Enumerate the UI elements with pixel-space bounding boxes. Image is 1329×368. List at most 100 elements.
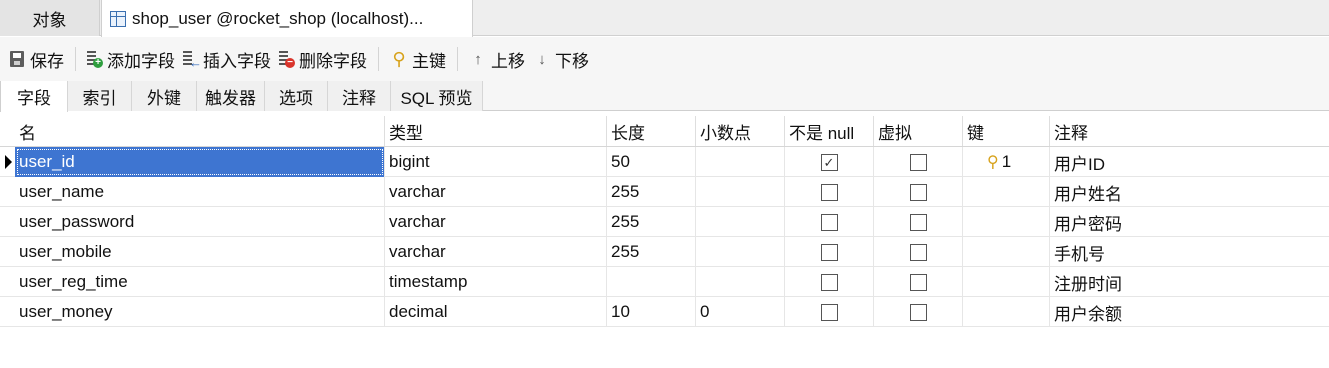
cell-key[interactable]: [963, 297, 1050, 327]
cell-decimals[interactable]: [696, 207, 785, 237]
cell-name[interactable]: user_mobile: [15, 237, 385, 267]
not-null-checkbox[interactable]: [820, 273, 838, 291]
cell-virtual[interactable]: [874, 147, 963, 177]
cell-text: 255: [611, 182, 640, 201]
cell-decimals[interactable]: 0: [696, 297, 785, 327]
cell-comment[interactable]: 注册时间: [1050, 267, 1329, 297]
cell-name[interactable]: user_name: [15, 177, 385, 207]
cell-length[interactable]: 255: [607, 177, 696, 207]
cell-decimals[interactable]: [696, 147, 785, 177]
cell-name[interactable]: user_password: [15, 207, 385, 237]
move-down-button[interactable]: ↓ 下移: [529, 44, 593, 74]
cell-name[interactable]: user_id: [15, 147, 385, 177]
cell-comment[interactable]: 用户密码: [1050, 207, 1329, 237]
cell-key[interactable]: [963, 207, 1050, 237]
cell-virtual[interactable]: [874, 177, 963, 207]
cell-type[interactable]: varchar: [385, 237, 607, 267]
cell-length[interactable]: 255: [607, 237, 696, 267]
cell-type[interactable]: timestamp: [385, 267, 607, 297]
cell-comment[interactable]: 用户余额: [1050, 297, 1329, 327]
cell-decimals[interactable]: [696, 237, 785, 267]
cell-virtual[interactable]: [874, 237, 963, 267]
cell-key[interactable]: ⚲ 1: [963, 147, 1050, 177]
column-header-comment[interactable]: 注释: [1050, 116, 1329, 146]
tab-objects[interactable]: 对象: [0, 0, 100, 36]
tab-sql-preview[interactable]: SQL 预览: [391, 81, 483, 111]
tab-indexes[interactable]: 索引: [68, 81, 132, 111]
tab-options[interactable]: 选项: [265, 81, 328, 111]
cell-not-null[interactable]: ✓: [785, 147, 874, 177]
table-row[interactable]: user_password varchar 255 用户密码: [0, 207, 1329, 237]
tab-foreign-keys[interactable]: 外键: [132, 81, 197, 111]
cell-type[interactable]: varchar: [385, 177, 607, 207]
cell-type[interactable]: bigint: [385, 147, 607, 177]
virtual-checkbox[interactable]: [909, 213, 927, 231]
virtual-checkbox[interactable]: [909, 273, 927, 291]
cell-type[interactable]: decimal: [385, 297, 607, 327]
virtual-checkbox[interactable]: [909, 183, 927, 201]
cell-key[interactable]: [963, 267, 1050, 297]
cell-text: 255: [611, 212, 640, 231]
column-header-type[interactable]: 类型: [385, 116, 607, 146]
not-null-checkbox[interactable]: ✓: [820, 153, 838, 171]
cell-length[interactable]: 50: [607, 147, 696, 177]
cell-text: 用户姓名: [1054, 184, 1122, 204]
toolbar-divider: [457, 47, 458, 71]
cell-name[interactable]: user_reg_time: [15, 267, 385, 297]
current-row-indicator: [5, 155, 12, 169]
column-header-key[interactable]: 键: [963, 116, 1050, 146]
tab-fields[interactable]: 字段: [0, 81, 68, 112]
toolbar: 保存 + 添加字段 ← 插入字段 − 删除字段 ⚲ 主键 ↑ 上移 ↓ 下移: [0, 37, 1329, 81]
cell-comment[interactable]: 用户姓名: [1050, 177, 1329, 207]
column-header-decimals[interactable]: 小数点: [696, 116, 785, 146]
cell-comment[interactable]: 用户ID: [1050, 147, 1329, 177]
column-header-length[interactable]: 长度: [607, 116, 696, 146]
cell-length[interactable]: 10: [607, 297, 696, 327]
cell-not-null[interactable]: [785, 267, 874, 297]
delete-field-button[interactable]: − 删除字段: [275, 44, 371, 74]
add-field-button[interactable]: + 添加字段: [83, 44, 179, 74]
column-header-name[interactable]: 名: [15, 116, 385, 146]
tab-triggers[interactable]: 触发器: [197, 81, 265, 111]
virtual-checkbox[interactable]: [909, 153, 927, 171]
save-icon: [8, 50, 26, 68]
not-null-checkbox[interactable]: [820, 303, 838, 321]
column-header-virtual[interactable]: 虚拟: [874, 116, 963, 146]
cell-decimals[interactable]: [696, 177, 785, 207]
cell-virtual[interactable]: [874, 207, 963, 237]
not-null-checkbox[interactable]: [820, 243, 838, 261]
not-null-checkbox[interactable]: [820, 183, 838, 201]
cell-length[interactable]: [607, 267, 696, 297]
table-row[interactable]: user_reg_time timestamp 注册时间: [0, 267, 1329, 297]
cell-not-null[interactable]: [785, 177, 874, 207]
table-row[interactable]: user_id bigint 50 ✓ ⚲ 1 用户ID: [0, 147, 1329, 177]
cell-decimals[interactable]: [696, 267, 785, 297]
cell-virtual[interactable]: [874, 297, 963, 327]
cell-not-null[interactable]: [785, 207, 874, 237]
column-header-not-null[interactable]: 不是 null: [785, 116, 874, 146]
insert-field-button[interactable]: ← 插入字段: [179, 44, 275, 74]
cell-type[interactable]: varchar: [385, 207, 607, 237]
cell-text: decimal: [389, 302, 448, 321]
cell-length[interactable]: 255: [607, 207, 696, 237]
table-row[interactable]: user_money decimal 10 0 用户余额: [0, 297, 1329, 327]
cell-comment[interactable]: 手机号: [1050, 237, 1329, 267]
cell-not-null[interactable]: [785, 297, 874, 327]
cell-text: varchar: [389, 212, 446, 231]
virtual-checkbox[interactable]: [909, 243, 927, 261]
cell-key[interactable]: [963, 177, 1050, 207]
tab-comment[interactable]: 注释: [328, 81, 391, 111]
tab-table-design[interactable]: shop_user @rocket_shop (localhost)...: [101, 0, 473, 37]
table-row[interactable]: user_mobile varchar 255 手机号: [0, 237, 1329, 267]
insert-field-label: 插入字段: [203, 51, 271, 71]
save-button[interactable]: 保存: [4, 44, 68, 74]
cell-key[interactable]: [963, 237, 1050, 267]
move-up-button[interactable]: ↑ 上移: [465, 44, 529, 74]
not-null-checkbox[interactable]: [820, 213, 838, 231]
cell-virtual[interactable]: [874, 267, 963, 297]
primary-key-button[interactable]: ⚲ 主键: [386, 44, 450, 74]
cell-not-null[interactable]: [785, 237, 874, 267]
cell-name[interactable]: user_money: [15, 297, 385, 327]
table-row[interactable]: user_name varchar 255 用户姓名: [0, 177, 1329, 207]
virtual-checkbox[interactable]: [909, 303, 927, 321]
